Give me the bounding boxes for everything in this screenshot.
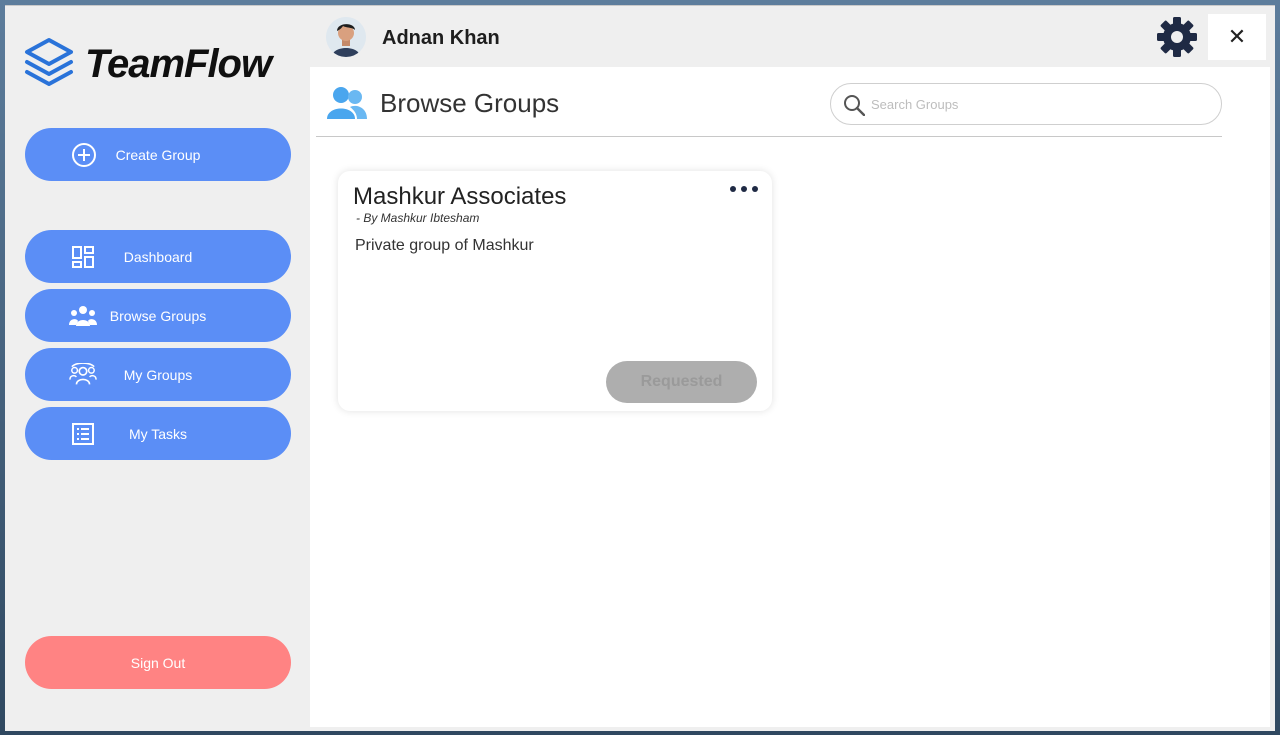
sidebar-item-my-tasks[interactable]: My Tasks (25, 407, 291, 460)
user-name: Adnan Khan (382, 27, 500, 49)
page-title: Browse Groups (380, 87, 560, 118)
requested-button[interactable]: Requested (606, 361, 757, 403)
create-group-button[interactable]: Create Group (25, 128, 291, 181)
search-input[interactable] (871, 96, 1191, 112)
group-description: Private group of Mashkur (355, 237, 534, 254)
avatar[interactable] (326, 17, 366, 57)
sidebar-item-label: Dashboard (123, 248, 193, 265)
more-options-icon[interactable] (730, 181, 758, 197)
sidebar-item-label: My Groups (123, 366, 193, 383)
sidebar-item-dashboard[interactable]: Dashboard (25, 230, 291, 283)
sidebar: TeamFlow Create Group Dashboard Browse G… (5, 6, 308, 731)
sidebar-item-browse-groups[interactable]: Browse Groups (25, 289, 291, 342)
menu-dot (741, 186, 747, 192)
app-window: TeamFlow Create Group Dashboard Browse G… (5, 5, 1275, 731)
top-bar: Adnan Khan ✕ (310, 6, 1275, 67)
group-author: - By Mashkur Ibtesham (356, 211, 480, 225)
main-area: Adnan Khan ✕ Browse Groups Search Groups… (310, 6, 1275, 731)
create-group-label: Create Group (115, 146, 201, 163)
group-card: Mashkur Associates - By Mashkur Ibtesham… (338, 171, 772, 411)
menu-dot (730, 186, 736, 192)
sidebar-item-label: My Tasks (128, 425, 188, 442)
group-name: Mashkur Associates (353, 183, 567, 210)
page-header: Browse Groups (326, 85, 559, 121)
logo: TeamFlow (23, 36, 272, 92)
people-icon (327, 87, 367, 119)
content-panel: Browse Groups Mashkur Associates - By Ma… (310, 67, 1270, 727)
gear-icon[interactable] (1156, 16, 1198, 58)
search-icon (844, 95, 865, 116)
sign-out-label: Sign Out (130, 654, 186, 671)
menu-dot (752, 186, 758, 192)
sidebar-item-label: Browse Groups (109, 307, 207, 324)
close-button[interactable]: ✕ (1208, 14, 1266, 60)
app-name: TeamFlow (85, 41, 272, 86)
layers-logo-icon (25, 38, 73, 86)
user-avatar-icon (326, 17, 366, 57)
search-box (830, 83, 1222, 125)
sidebar-item-my-groups[interactable]: My Groups (25, 348, 291, 401)
close-icon: ✕ (1227, 24, 1247, 49)
sign-out-button[interactable]: Sign Out (25, 636, 291, 689)
header-divider (316, 136, 1222, 137)
